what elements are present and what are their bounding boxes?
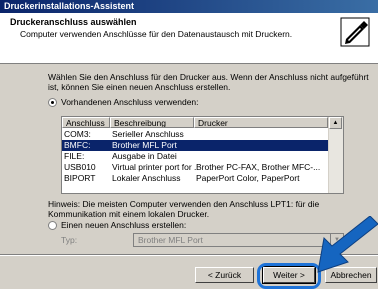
- intro-text-line2: ist, können Sie einen neuen Anschluss er…: [48, 82, 231, 92]
- table-row[interactable]: COM3: Serieller Anschluss: [62, 129, 328, 140]
- description-cell: Serieller Anschluss: [112, 129, 184, 139]
- chevron-up-icon: ▲: [332, 120, 339, 126]
- printer-wizard-icon: [340, 17, 370, 47]
- port-type-select[interactable]: Brother MFL Port ▼: [133, 233, 344, 247]
- pointer-arrow-icon: [317, 216, 378, 273]
- table-row[interactable]: BIPORT Lokaler Anschluss PaperPort Color…: [62, 173, 328, 184]
- page-title: Druckeranschluss auswählen: [10, 17, 137, 27]
- table-row-selected[interactable]: BMFC: Brother MFL Port: [62, 140, 328, 151]
- description-cell: Virtual printer port for ...: [112, 162, 196, 172]
- port-list[interactable]: Anschluss Beschreibung Drucker COM3: Ser…: [61, 116, 344, 194]
- type-label: Typ:: [61, 235, 78, 245]
- port-cell: BIPORT: [64, 173, 96, 183]
- column-header-printer[interactable]: Drucker: [194, 117, 328, 128]
- hint-text-line2: Kommunikation mit einem lokalen Drucker.: [48, 209, 210, 219]
- scroll-up-button[interactable]: ▲: [329, 117, 342, 129]
- table-row[interactable]: FILE: Ausgabe in Datei: [62, 151, 328, 162]
- column-header-description[interactable]: Beschreibung: [110, 117, 194, 128]
- radio-existing-port[interactable]: [48, 98, 57, 107]
- port-type-value: Brother MFL Port: [138, 235, 203, 245]
- back-button[interactable]: < Zurück: [195, 267, 254, 283]
- port-cell: USB010: [64, 162, 96, 172]
- port-list-scrollbar[interactable]: ▲: [328, 117, 343, 193]
- port-cell: FILE:: [64, 151, 85, 161]
- radio-existing-label: Vorhandenen Anschluss verwenden:: [61, 97, 199, 107]
- wizard-header: Druckeranschluss auswählen Computer verw…: [0, 13, 378, 64]
- port-cell: BMFC:: [64, 140, 91, 150]
- next-button-highlight-ring: [257, 263, 321, 289]
- intro-text-line1: Wählen Sie den Anschluss für den Drucker…: [48, 72, 369, 82]
- window-title-bar: Druckerinstallations-Assistent: [0, 0, 378, 13]
- radio-new-port[interactable]: [48, 221, 57, 230]
- table-row[interactable]: USB010 Virtual printer port for ... Brot…: [62, 162, 328, 173]
- description-cell: Brother MFL Port: [112, 140, 177, 150]
- port-list-header: Anschluss Beschreibung Drucker: [62, 117, 343, 128]
- description-cell: Lokaler Anschluss: [112, 173, 181, 183]
- description-cell: Ausgabe in Datei: [112, 151, 177, 161]
- page-subtitle: Computer verwenden Anschlüsse für den Da…: [20, 29, 293, 39]
- printer-cell: Brother PC-FAX, Brother MFC-...: [196, 162, 321, 172]
- column-header-port[interactable]: Anschluss: [62, 117, 110, 128]
- window-title: Druckerinstallations-Assistent: [4, 1, 135, 11]
- radio-new-label: Einen neuen Anschluss erstellen:: [61, 220, 187, 230]
- printer-cell: PaperPort Color, PaperPort: [196, 173, 300, 183]
- hint-text-line1: Hinweis: Die meisten Computer verwenden …: [48, 199, 320, 209]
- port-cell: COM3:: [64, 129, 91, 139]
